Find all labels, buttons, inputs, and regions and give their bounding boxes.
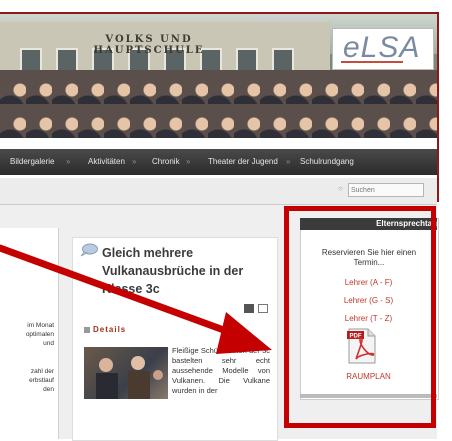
search-input[interactable] [348,183,424,197]
nav-item-bildergalerie[interactable]: Bildergalerie [10,149,54,175]
site-logo[interactable]: eLSA [332,28,434,70]
nav-item-chronik[interactable]: Chronik [152,149,180,175]
logo-text: eLSA [343,31,421,64]
search-bar: ○ [0,178,437,205]
search-icon: ○ [338,184,343,193]
nav-item-aktivitaeten[interactable]: Aktivitäten [88,149,125,175]
header-frame-right [437,12,439,202]
nav-separator: » [186,157,191,166]
nav-separator: » [132,157,137,166]
students-group-photo [0,70,437,138]
logo-underline [341,61,403,63]
nav-item-schulrundgang[interactable]: Schulrundgang [300,149,354,175]
left-text-line: den [43,386,54,393]
nav-separator: » [66,157,71,166]
nav-item-theater[interactable]: Theater der Jugend [208,149,278,175]
nav-separator: » [286,157,291,166]
red-highlight-box [284,206,436,428]
school-sign: VOLKS UND HAUPTSCHULE [93,34,205,56]
page-top-margin [0,0,452,12]
main-navigation: Bildergalerie » Aktivitäten » Chronik » … [0,149,437,175]
header-banner: VOLKS UND HAUPTSCHULE eLSA [0,14,437,138]
red-arrow-annotation [0,244,272,354]
